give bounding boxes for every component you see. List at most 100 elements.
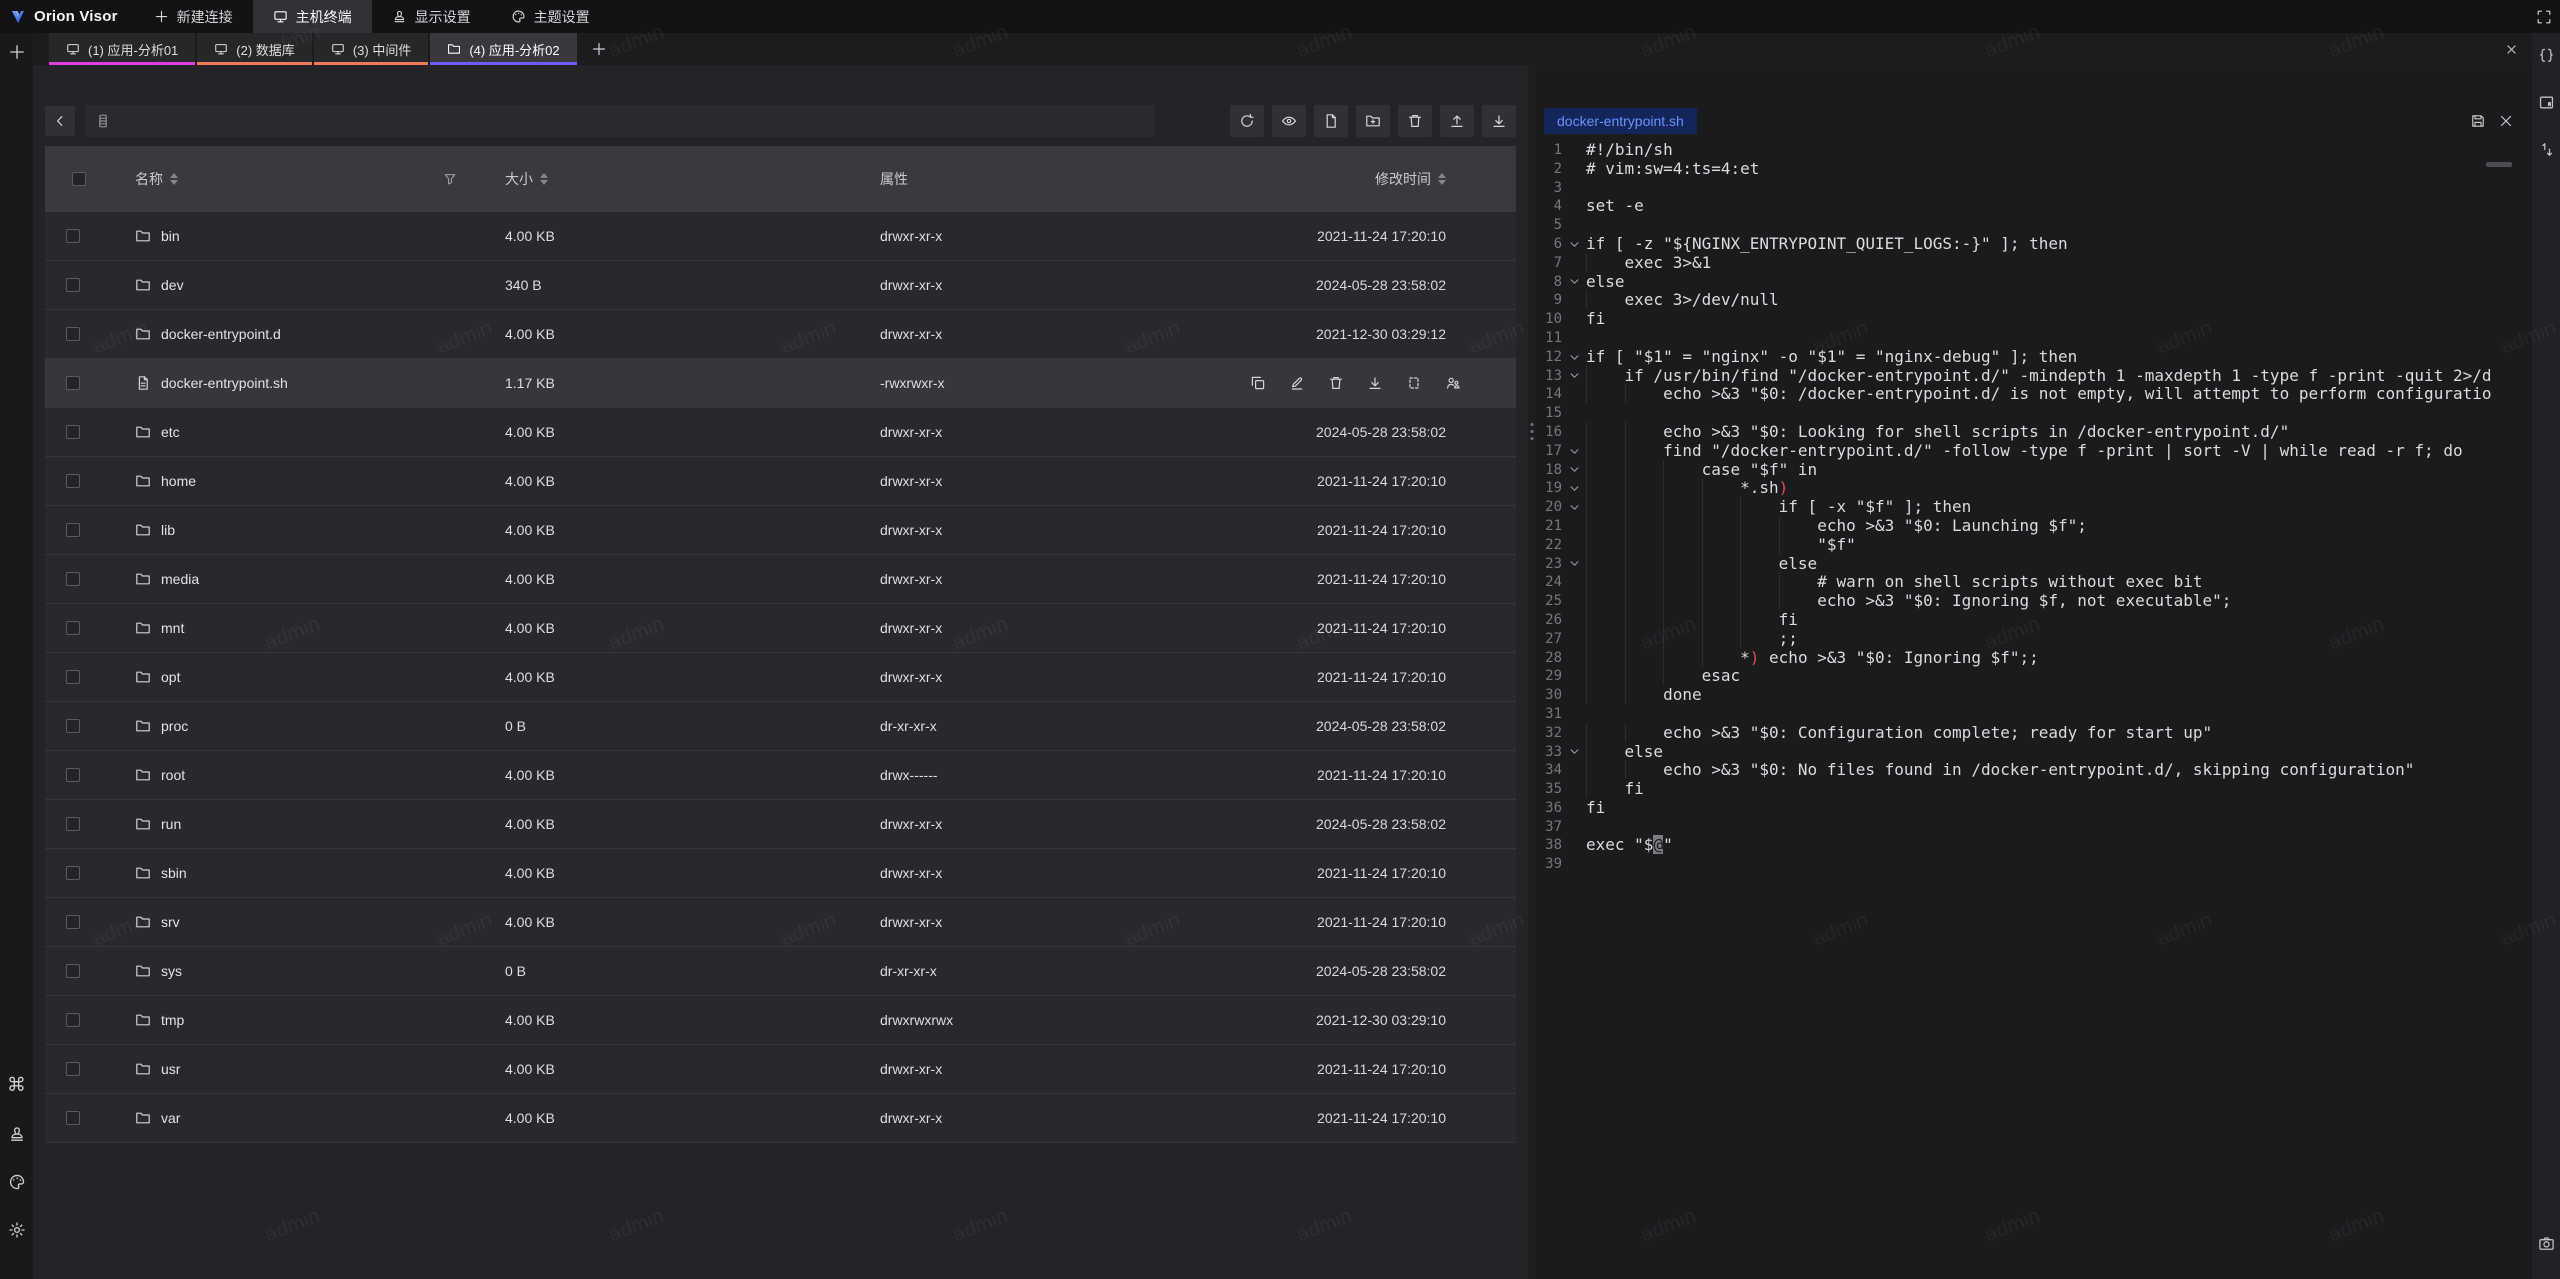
editor-scrollbar-thumb[interactable] bbox=[2486, 162, 2512, 167]
header-column-2[interactable]: 大小 bbox=[471, 169, 846, 189]
path-input-box[interactable] bbox=[85, 105, 1155, 137]
file-row-docker-entrypoint.sh[interactable]: docker-entrypoint.sh1.17 KB-rwxrwxr-x bbox=[45, 359, 1516, 408]
row-checkbox[interactable] bbox=[66, 964, 80, 978]
editor-file-tab[interactable]: docker-entrypoint.sh bbox=[1544, 108, 1697, 134]
fold-arrow-icon[interactable] bbox=[1562, 743, 1586, 762]
fullscreen-icon[interactable] bbox=[2536, 9, 2552, 25]
toolbar-delete-button[interactable] bbox=[1398, 105, 1432, 137]
row-checkbox[interactable] bbox=[66, 1013, 80, 1027]
fold-arrow-icon[interactable] bbox=[1562, 348, 1586, 367]
row-checkbox[interactable] bbox=[66, 229, 80, 243]
fold-arrow-icon[interactable] bbox=[1562, 235, 1586, 254]
command-icon[interactable]: ⌘ bbox=[7, 1076, 26, 1095]
fold-arrow-icon[interactable] bbox=[1562, 479, 1586, 498]
header-column-1[interactable]: 名称 bbox=[101, 169, 471, 189]
fold-arrow-icon[interactable] bbox=[1562, 273, 1586, 292]
terminal-tab-3[interactable]: (3) 中间件 bbox=[314, 33, 429, 65]
file-row-media[interactable]: media4.00 KBdrwxr-xr-x2021-11-24 17:20:1… bbox=[45, 555, 1516, 604]
file-row-home[interactable]: home4.00 KBdrwxr-xr-x2021-11-24 17:20:10 bbox=[45, 457, 1516, 506]
row-checkbox[interactable] bbox=[66, 1062, 80, 1076]
fold-arrow-icon[interactable] bbox=[1562, 555, 1586, 574]
sort-toggle-icon[interactable] bbox=[170, 173, 178, 185]
nav-item-0[interactable]: 新建连接 bbox=[134, 0, 253, 33]
edit-icon[interactable] bbox=[1289, 375, 1305, 391]
file-row-mnt[interactable]: mnt4.00 KBdrwxr-xr-x2021-11-24 17:20:10 bbox=[45, 604, 1516, 653]
row-checkbox[interactable] bbox=[66, 572, 80, 586]
file-row-usr[interactable]: usr4.00 KBdrwxr-xr-x2021-11-24 17:20:10 bbox=[45, 1045, 1516, 1094]
fold-arrow-icon[interactable] bbox=[1562, 498, 1586, 517]
row-checkbox[interactable] bbox=[66, 523, 80, 537]
nav-item-2[interactable]: 显示设置 bbox=[372, 0, 491, 33]
palette-icon[interactable] bbox=[8, 1173, 26, 1191]
file-row-proc[interactable]: proc0 Bdr-xr-xr-x2024-05-28 23:58:02 bbox=[45, 702, 1516, 751]
file-row-tmp[interactable]: tmp4.00 KBdrwxrwxrwx2021-12-30 03:29:10 bbox=[45, 996, 1516, 1045]
download-icon[interactable] bbox=[1367, 375, 1383, 391]
toolbar-download-button[interactable] bbox=[1482, 105, 1516, 137]
copy-icon[interactable] bbox=[1250, 375, 1266, 391]
terminal-tab-2[interactable]: (2) 数据库 bbox=[197, 33, 312, 65]
file-row-lib[interactable]: lib4.00 KBdrwxr-xr-x2021-11-24 17:20:10 bbox=[45, 506, 1516, 555]
file-row-etc[interactable]: etc4.00 KBdrwxr-xr-x2024-05-28 23:58:02 bbox=[45, 408, 1516, 457]
header-column-4[interactable]: 修改时间 bbox=[1221, 169, 1516, 189]
file-row-srv[interactable]: srv4.00 KBdrwxr-xr-x2021-11-24 17:20:10 bbox=[45, 898, 1516, 947]
filter-icon[interactable] bbox=[443, 172, 457, 186]
file-row-sys[interactable]: sys0 Bdr-xr-xr-x2024-05-28 23:58:02 bbox=[45, 947, 1516, 996]
file-row-var[interactable]: var4.00 KBdrwxr-xr-x2021-11-24 17:20:10 bbox=[45, 1094, 1516, 1143]
file-size: 4.00 KB bbox=[471, 424, 846, 440]
toolbar-refresh-button[interactable] bbox=[1230, 105, 1264, 137]
header-checkbox-cell[interactable] bbox=[45, 172, 101, 186]
braces-icon[interactable] bbox=[2538, 47, 2555, 64]
row-checkbox[interactable] bbox=[66, 719, 80, 733]
close-all-tabs-icon[interactable] bbox=[2505, 43, 2518, 56]
terminal-tab-4[interactable]: (4) 应用-分析02 bbox=[430, 33, 576, 65]
row-checkbox[interactable] bbox=[66, 1111, 80, 1125]
row-checkbox[interactable] bbox=[66, 425, 80, 439]
row-checkbox[interactable] bbox=[66, 670, 80, 684]
editor-save-icon[interactable] bbox=[2470, 113, 2486, 129]
file-row-bin[interactable]: bin4.00 KBdrwxr-xr-x2021-11-24 17:20:10 bbox=[45, 212, 1516, 261]
row-checkbox[interactable] bbox=[66, 278, 80, 292]
fold-arrow-icon[interactable] bbox=[1562, 442, 1586, 461]
delete-icon[interactable] bbox=[1328, 375, 1344, 391]
fold-arrow-icon[interactable] bbox=[1562, 367, 1586, 386]
brand[interactable]: Orion Visor bbox=[0, 0, 134, 33]
file-row-run[interactable]: run4.00 KBdrwxr-xr-x2024-05-28 23:58:02 bbox=[45, 800, 1516, 849]
move-icon[interactable] bbox=[1406, 375, 1422, 391]
row-checkbox[interactable] bbox=[66, 376, 80, 390]
file-row-root[interactable]: root4.00 KBdrwx------2021-11-24 17:20:10 bbox=[45, 751, 1516, 800]
stamp-icon[interactable] bbox=[8, 1125, 26, 1143]
new-tab-button[interactable] bbox=[577, 33, 621, 65]
gear-icon[interactable] bbox=[8, 1221, 26, 1239]
row-checkbox[interactable] bbox=[66, 866, 80, 880]
camera-icon[interactable] bbox=[2538, 1235, 2555, 1252]
row-checkbox[interactable] bbox=[66, 817, 80, 831]
file-row-sbin[interactable]: sbin4.00 KBdrwxr-xr-x2021-11-24 17:20:10 bbox=[45, 849, 1516, 898]
row-checkbox[interactable] bbox=[66, 474, 80, 488]
nav-item-3[interactable]: 主题设置 bbox=[491, 0, 610, 33]
row-checkbox[interactable] bbox=[66, 327, 80, 341]
sort-toggle-icon[interactable] bbox=[540, 173, 548, 185]
row-checkbox[interactable] bbox=[66, 621, 80, 635]
back-button[interactable] bbox=[45, 106, 75, 136]
editor-close-icon[interactable] bbox=[2498, 113, 2514, 129]
panel-icon[interactable] bbox=[2538, 94, 2555, 111]
file-row-docker-entrypoint.d[interactable]: docker-entrypoint.d4.00 KBdrwxr-xr-x2021… bbox=[45, 310, 1516, 359]
fold-arrow-icon[interactable] bbox=[1562, 461, 1586, 480]
swap-vertical-icon[interactable] bbox=[2538, 141, 2555, 158]
toolbar-new-folder-button[interactable] bbox=[1356, 105, 1390, 137]
sort-toggle-icon[interactable] bbox=[1438, 173, 1446, 185]
terminal-tab-1[interactable]: (1) 应用-分析01 bbox=[49, 33, 195, 65]
path-input[interactable] bbox=[119, 113, 1145, 130]
toolbar-eye-button[interactable] bbox=[1272, 105, 1306, 137]
file-row-opt[interactable]: opt4.00 KBdrwxr-xr-x2021-11-24 17:20:10 bbox=[45, 653, 1516, 702]
nav-item-1[interactable]: 主机终端 bbox=[253, 0, 372, 33]
row-checkbox[interactable] bbox=[66, 915, 80, 929]
select-all-checkbox[interactable] bbox=[72, 172, 86, 186]
toolbar-new-file-button[interactable] bbox=[1314, 105, 1348, 137]
panel-divider[interactable] bbox=[1528, 65, 1536, 1279]
plus-icon[interactable] bbox=[8, 43, 26, 61]
toolbar-upload-button[interactable] bbox=[1440, 105, 1474, 137]
row-checkbox[interactable] bbox=[66, 768, 80, 782]
permission-icon[interactable] bbox=[1445, 375, 1461, 391]
file-row-dev[interactable]: dev340 Bdrwxr-xr-x2024-05-28 23:58:02 bbox=[45, 261, 1516, 310]
